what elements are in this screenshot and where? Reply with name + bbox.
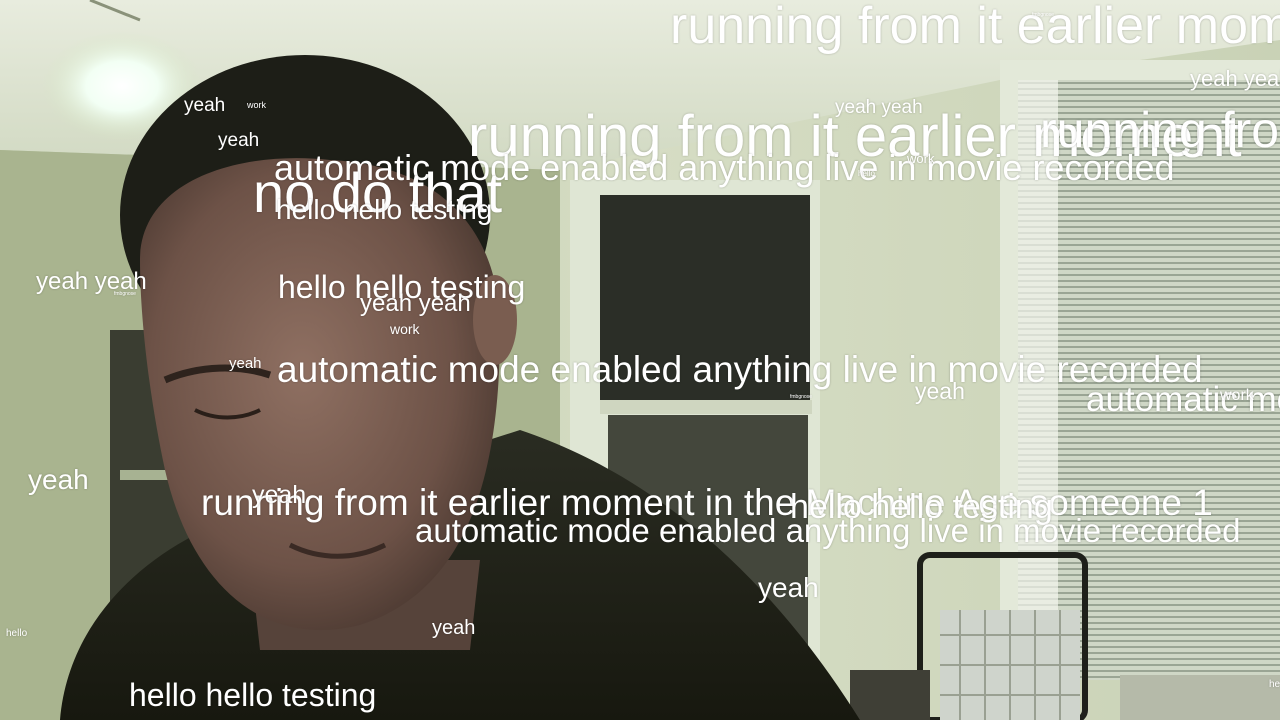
caption: work: [390, 321, 420, 337]
caption: yeah: [252, 481, 307, 509]
caption: hello: [858, 169, 875, 178]
caption: fmbgnose: [1032, 12, 1054, 18]
caption: running from it earlier moment: [670, 0, 1280, 55]
caption: yeah yeah: [360, 290, 471, 317]
caption: he: [1269, 679, 1280, 690]
caption: hello hello testing: [276, 194, 493, 225]
caption: work: [1220, 387, 1254, 404]
caption: fmbgnose: [790, 394, 812, 400]
caption: hello: [6, 628, 28, 639]
caption: automatic mode enabled anything live in …: [415, 512, 1241, 549]
caption: yeah: [184, 95, 226, 116]
caption: yeah: [229, 355, 262, 372]
caption: work: [247, 100, 267, 110]
caption: yeah: [432, 617, 476, 639]
caption: automatic mode enabled anything live in …: [277, 349, 1203, 390]
webcam-frame: running from it earlier moment yeah yeah…: [0, 0, 1280, 720]
caption: yeah: [915, 378, 965, 404]
caption: fmbgnose: [114, 291, 136, 297]
caption: yeah: [758, 572, 819, 603]
caption: yeah yeah: [1190, 66, 1280, 91]
caption: yeah: [218, 130, 260, 151]
caption: hello hello testing: [129, 677, 377, 713]
caption: yeah: [28, 464, 89, 495]
caption: work: [907, 151, 935, 166]
